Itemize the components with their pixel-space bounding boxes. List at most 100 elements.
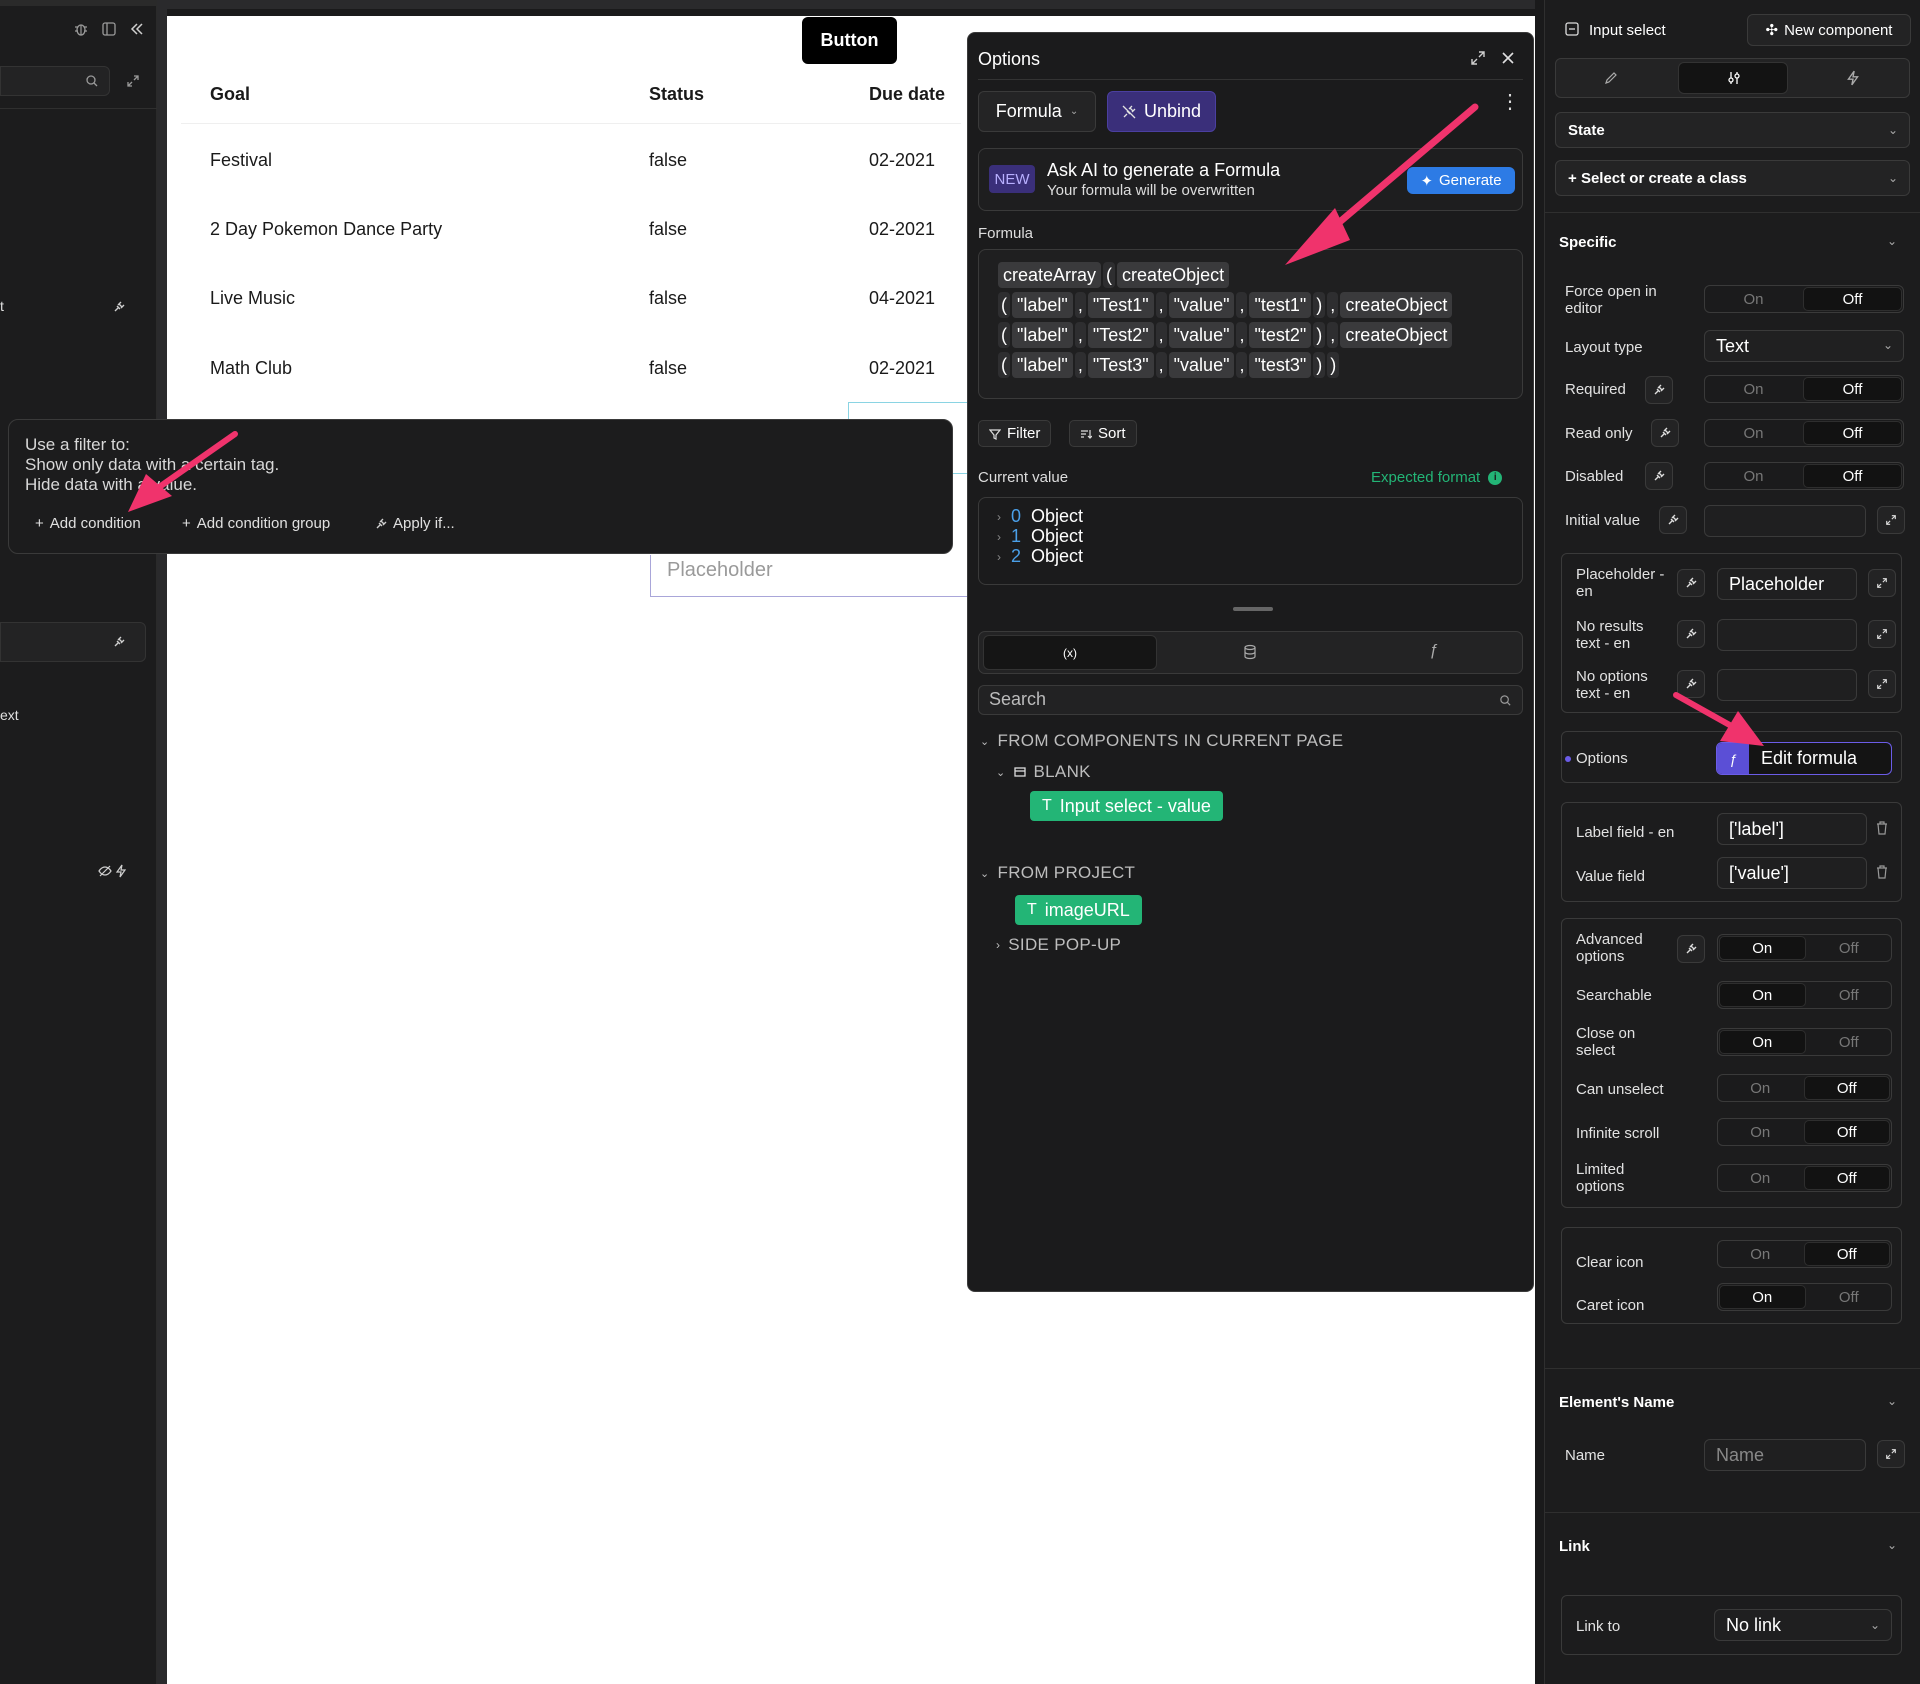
formula-token[interactable]: ): [1313, 322, 1326, 348]
pencil-icon[interactable]: [1604, 71, 1618, 85]
generate-button[interactable]: ✦ Generate: [1407, 167, 1515, 194]
variable-input-select-value[interactable]: T Input select - value: [1030, 791, 1223, 821]
sort-button[interactable]: Sort: [1069, 420, 1137, 447]
formula-token[interactable]: "Test1": [1087, 292, 1154, 318]
add-condition-group-button[interactable]: + Add condition group: [182, 515, 330, 532]
infinite-scroll-toggle[interactable]: On Off: [1717, 1118, 1892, 1146]
apply-if-button[interactable]: Apply if...: [375, 515, 455, 532]
label-field-input[interactable]: ['label']: [1717, 813, 1867, 845]
chevron-down-icon[interactable]: ⌄: [1887, 1394, 1897, 1408]
left-bound-field[interactable]: [0, 622, 146, 662]
initial-value-input[interactable]: [1704, 505, 1866, 537]
bind-plug-button[interactable]: [1645, 462, 1673, 490]
formula-token[interactable]: createObject: [1117, 262, 1230, 288]
expand-icon[interactable]: [1877, 506, 1905, 534]
edit-formula-button[interactable]: ƒ Edit formula: [1716, 742, 1892, 775]
limited-options-toggle[interactable]: On Off: [1717, 1164, 1892, 1192]
close-icon[interactable]: [1500, 50, 1516, 66]
formula-token[interactable]: ,: [1236, 352, 1248, 378]
bind-plug-button[interactable]: [1677, 620, 1705, 648]
required-toggle[interactable]: On Off: [1704, 375, 1904, 403]
toggle-off[interactable]: Off: [1807, 1029, 1892, 1055]
value-item[interactable]: › 1 Object: [997, 526, 1083, 547]
collapse-left-icon[interactable]: [128, 20, 146, 38]
tree-node-side-popup[interactable]: › SIDE POP-UP: [996, 935, 1121, 955]
add-condition-button[interactable]: + Add condition: [35, 515, 141, 532]
toggle-off[interactable]: Off: [1803, 464, 1902, 488]
can-unselect-toggle[interactable]: On Off: [1717, 1074, 1892, 1102]
formula-token[interactable]: "test1": [1249, 292, 1312, 318]
toggle-off[interactable]: Off: [1803, 287, 1902, 311]
formula-token[interactable]: createObject: [1340, 322, 1453, 348]
caret-icon-toggle[interactable]: On Off: [1717, 1283, 1892, 1311]
bug-icon[interactable]: [72, 20, 90, 38]
trash-icon[interactable]: [1876, 821, 1888, 835]
formula-token[interactable]: ,: [1155, 322, 1167, 348]
placeholder-input[interactable]: Placeholder: [1717, 568, 1857, 600]
force-open-toggle[interactable]: On Off: [1704, 285, 1904, 313]
formula-token[interactable]: "label": [1012, 352, 1073, 378]
formula-token[interactable]: (: [998, 322, 1010, 348]
formula-token[interactable]: ,: [1155, 352, 1167, 378]
formula-token[interactable]: ,: [1236, 322, 1248, 348]
resize-handle[interactable]: [1233, 607, 1273, 611]
toggle-off[interactable]: Off: [1803, 421, 1902, 445]
toggle-on[interactable]: On: [1718, 1165, 1803, 1191]
toggle-off[interactable]: Off: [1803, 1242, 1890, 1266]
formula-token[interactable]: ,: [1327, 322, 1339, 348]
toggle-on[interactable]: On: [1719, 983, 1806, 1007]
left-search-field[interactable]: [0, 66, 110, 96]
formula-token[interactable]: "Test3": [1087, 352, 1154, 378]
formula-token[interactable]: ,: [1074, 352, 1086, 378]
bind-plug-button[interactable]: [1651, 419, 1679, 447]
toggle-off[interactable]: Off: [1807, 1284, 1892, 1310]
input-select-placeholder[interactable]: Placeholder: [650, 555, 970, 597]
no-results-input[interactable]: [1717, 619, 1857, 651]
toggle-on[interactable]: On: [1718, 1119, 1803, 1145]
close-on-select-toggle[interactable]: On Off: [1717, 1028, 1892, 1056]
disabled-toggle[interactable]: On Off: [1704, 462, 1904, 490]
layout-type-select[interactable]: Text: [1704, 330, 1904, 362]
more-vertical-icon[interactable]: ⋮: [1500, 92, 1520, 112]
toggle-on[interactable]: On: [1705, 286, 1802, 312]
state-select[interactable]: State ⌄: [1555, 112, 1910, 148]
function-icon[interactable]: ƒ: [1429, 642, 1438, 660]
toggle-on[interactable]: On: [1705, 463, 1802, 489]
value-field-input[interactable]: ['value']: [1717, 857, 1867, 889]
formula-token[interactable]: createArray: [998, 262, 1102, 288]
clear-icon-toggle[interactable]: On Off: [1717, 1240, 1892, 1268]
toggle-off[interactable]: Off: [1803, 377, 1902, 401]
maximize-icon[interactable]: [1470, 50, 1486, 66]
chevron-down-icon[interactable]: ⌄: [1887, 234, 1897, 248]
no-options-input[interactable]: [1717, 669, 1857, 701]
searchable-toggle[interactable]: On Off: [1717, 981, 1892, 1009]
lightning-icon[interactable]: [112, 862, 130, 880]
formula-token[interactable]: (: [998, 352, 1010, 378]
value-item[interactable]: › 2 Object: [997, 546, 1083, 567]
expand-icon[interactable]: [1877, 1440, 1905, 1468]
variable-search-input[interactable]: Search: [978, 685, 1523, 715]
formula-token[interactable]: ,: [1074, 292, 1086, 318]
database-icon[interactable]: [1243, 644, 1257, 660]
formula-token[interactable]: "test3": [1249, 352, 1312, 378]
formula-token[interactable]: createObject: [1340, 292, 1453, 318]
lightning-icon[interactable]: [1846, 70, 1860, 86]
tree-section-project[interactable]: ⌄ FROM PROJECT: [980, 863, 1135, 883]
class-select[interactable]: + Select or create a class ⌄: [1555, 160, 1910, 196]
toggle-on[interactable]: On: [1719, 936, 1806, 960]
formula-token[interactable]: "test2": [1249, 322, 1312, 348]
toggle-off[interactable]: Off: [1807, 935, 1892, 961]
panel-layout-icon[interactable]: [100, 20, 118, 38]
toggle-off[interactable]: Off: [1803, 1120, 1890, 1144]
filter-button[interactable]: Filter: [978, 420, 1052, 447]
tree-node-blank[interactable]: ⌄ BLANK: [996, 762, 1091, 782]
formula-token[interactable]: ): [1313, 292, 1326, 318]
toggle-on[interactable]: On: [1719, 1285, 1806, 1309]
formula-token[interactable]: "label": [1012, 292, 1073, 318]
tab-settings[interactable]: [1678, 62, 1788, 94]
read-only-toggle[interactable]: On Off: [1704, 419, 1904, 447]
toggle-on[interactable]: On: [1718, 1241, 1803, 1267]
expand-icon[interactable]: [1868, 670, 1896, 698]
expand-icon[interactable]: [124, 72, 142, 90]
toggle-off[interactable]: Off: [1803, 1076, 1890, 1100]
